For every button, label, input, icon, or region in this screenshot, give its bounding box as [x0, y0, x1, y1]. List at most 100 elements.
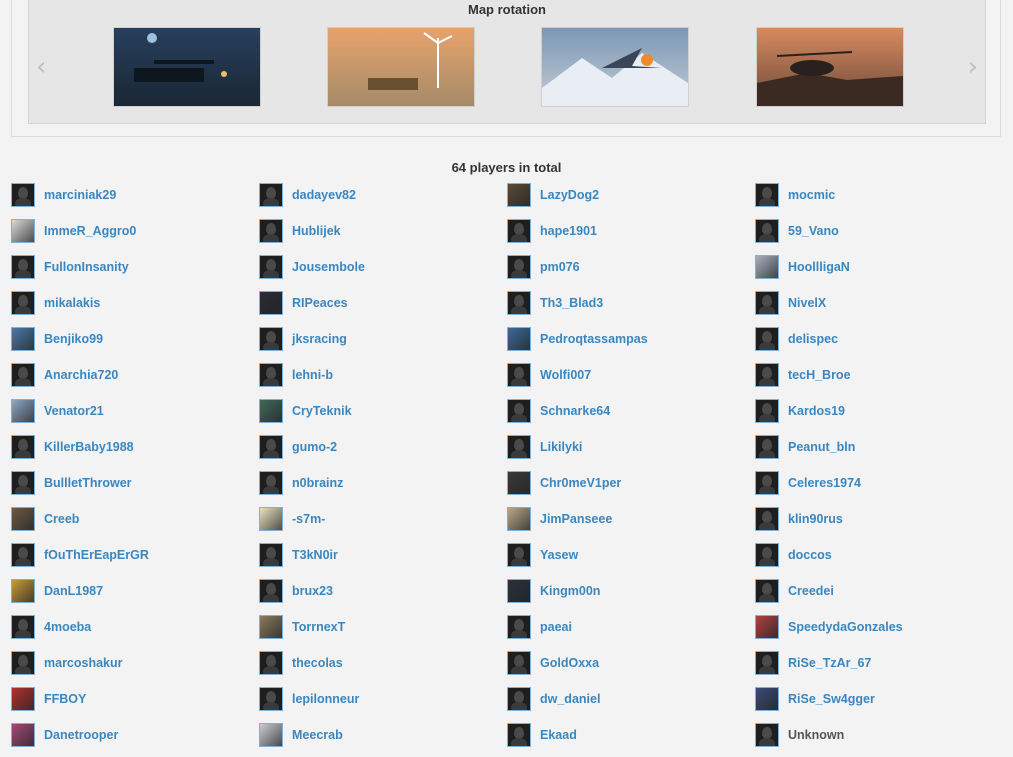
player-item[interactable]: Jousembole: [259, 253, 365, 281]
player-item[interactable]: KillerBaby1988: [11, 433, 134, 461]
player-item[interactable]: Benjiko99: [11, 325, 103, 353]
player-item[interactable]: klin90rus: [755, 505, 843, 533]
avatar[interactable]: [507, 291, 531, 315]
player-name-link[interactable]: lepilonneur: [292, 692, 359, 706]
player-item[interactable]: tecH_Broe: [755, 361, 851, 389]
player-item[interactable]: CryTeknik: [259, 397, 352, 425]
avatar[interactable]: [259, 435, 283, 459]
player-name-link[interactable]: fOuThErEapErGR: [44, 548, 149, 562]
avatar[interactable]: [507, 363, 531, 387]
player-name-link[interactable]: CryTeknik: [292, 404, 352, 418]
player-item[interactable]: n0brainz: [259, 469, 343, 497]
player-item[interactable]: LazyDog2: [507, 181, 599, 209]
player-item[interactable]: RIPeaces: [259, 289, 348, 317]
player-item[interactable]: Yasew: [507, 541, 578, 569]
player-name-link[interactable]: Likilyki: [540, 440, 582, 454]
player-name-link[interactable]: Wolfi007: [540, 368, 591, 382]
player-name-link[interactable]: FullonInsanity: [44, 260, 129, 274]
player-item[interactable]: hape1901: [507, 217, 597, 245]
avatar[interactable]: [11, 651, 35, 675]
avatar[interactable]: [507, 399, 531, 423]
avatar[interactable]: [11, 615, 35, 639]
avatar[interactable]: [11, 399, 35, 423]
player-name-link[interactable]: gumo-2: [292, 440, 337, 454]
player-item[interactable]: BullletThrower: [11, 469, 132, 497]
player-item[interactable]: jksracing: [259, 325, 347, 353]
player-item[interactable]: Danetrooper: [11, 721, 118, 749]
avatar[interactable]: [755, 435, 779, 459]
chevron-left-icon[interactable]: ‹: [36, 54, 46, 80]
chevron-right-icon[interactable]: ›: [968, 54, 978, 80]
player-item[interactable]: Creedei: [755, 577, 834, 605]
player-item[interactable]: TorrnexT: [259, 613, 345, 641]
player-name-link[interactable]: Kardos19: [788, 404, 845, 418]
player-name-link[interactable]: Th3_Blad3: [540, 296, 603, 310]
player-name-link[interactable]: NivelX: [788, 296, 826, 310]
player-item[interactable]: Hublijek: [259, 217, 341, 245]
player-name-link[interactable]: Creeb: [44, 512, 79, 526]
player-item[interactable]: dadayev82: [259, 181, 356, 209]
player-item[interactable]: Wolfi007: [507, 361, 591, 389]
player-name-link[interactable]: lehni-b: [292, 368, 333, 382]
player-item[interactable]: Kingm00n: [507, 577, 600, 605]
player-name-link[interactable]: -s7m-: [292, 512, 325, 526]
avatar[interactable]: [755, 327, 779, 351]
player-item[interactable]: dw_daniel: [507, 685, 600, 713]
player-item[interactable]: brux23: [259, 577, 333, 605]
player-name-link[interactable]: paeai: [540, 620, 572, 634]
avatar[interactable]: [755, 651, 779, 675]
avatar[interactable]: [755, 507, 779, 531]
player-name-link[interactable]: Anarchia720: [44, 368, 118, 382]
player-name-link[interactable]: Celeres1974: [788, 476, 861, 490]
player-item[interactable]: Celeres1974: [755, 469, 861, 497]
player-name-link[interactable]: mikalakis: [44, 296, 100, 310]
player-name-link[interactable]: DanL1987: [44, 584, 103, 598]
player-item[interactable]: -s7m-: [259, 505, 325, 533]
player-item[interactable]: lepilonneur: [259, 685, 359, 713]
player-name-link[interactable]: doccos: [788, 548, 832, 562]
avatar[interactable]: [507, 219, 531, 243]
player-item[interactable]: RiSe_Sw4gger: [755, 685, 875, 713]
player-item[interactable]: Chr0meV1per: [507, 469, 621, 497]
player-item[interactable]: doccos: [755, 541, 832, 569]
avatar[interactable]: [11, 255, 35, 279]
player-item[interactable]: Pedroqtassampas: [507, 325, 648, 353]
player-item[interactable]: 4moeba: [11, 613, 91, 641]
avatar[interactable]: [259, 507, 283, 531]
player-name-link[interactable]: Meecrab: [292, 728, 343, 742]
avatar[interactable]: [259, 651, 283, 675]
avatar[interactable]: [259, 543, 283, 567]
player-name-link[interactable]: dw_daniel: [540, 692, 600, 706]
player-item[interactable]: Th3_Blad3: [507, 289, 603, 317]
player-item[interactable]: DanL1987: [11, 577, 103, 605]
player-item[interactable]: Kardos19: [755, 397, 845, 425]
player-item[interactable]: FullonInsanity: [11, 253, 129, 281]
player-item[interactable]: Creeb: [11, 505, 79, 533]
avatar[interactable]: [259, 471, 283, 495]
player-name-link[interactable]: Venator21: [44, 404, 104, 418]
player-name-link[interactable]: Danetrooper: [44, 728, 118, 742]
map-sunset-tank-windmill-thumbnail[interactable]: [328, 28, 474, 106]
player-item[interactable]: fOuThErEapErGR: [11, 541, 149, 569]
avatar[interactable]: [259, 255, 283, 279]
avatar[interactable]: [11, 543, 35, 567]
player-item[interactable]: marcoshakur: [11, 649, 123, 677]
player-item[interactable]: ImmeR_Aggro0: [11, 217, 136, 245]
player-item[interactable]: SpeedydaGonzales: [755, 613, 903, 641]
player-name-link[interactable]: tecH_Broe: [788, 368, 851, 382]
player-name-link[interactable]: Creedei: [788, 584, 834, 598]
player-name-link[interactable]: Yasew: [540, 548, 578, 562]
avatar[interactable]: [755, 219, 779, 243]
player-name-link[interactable]: marcoshakur: [44, 656, 123, 670]
avatar[interactable]: [259, 399, 283, 423]
avatar[interactable]: [11, 327, 35, 351]
player-name-link[interactable]: delispec: [788, 332, 838, 346]
avatar[interactable]: [755, 399, 779, 423]
avatar[interactable]: [755, 723, 779, 747]
avatar[interactable]: [755, 291, 779, 315]
avatar[interactable]: [507, 435, 531, 459]
avatar[interactable]: [259, 687, 283, 711]
player-name-link[interactable]: FFBOY: [44, 692, 86, 706]
player-name-link[interactable]: n0brainz: [292, 476, 343, 490]
avatar[interactable]: [259, 219, 283, 243]
